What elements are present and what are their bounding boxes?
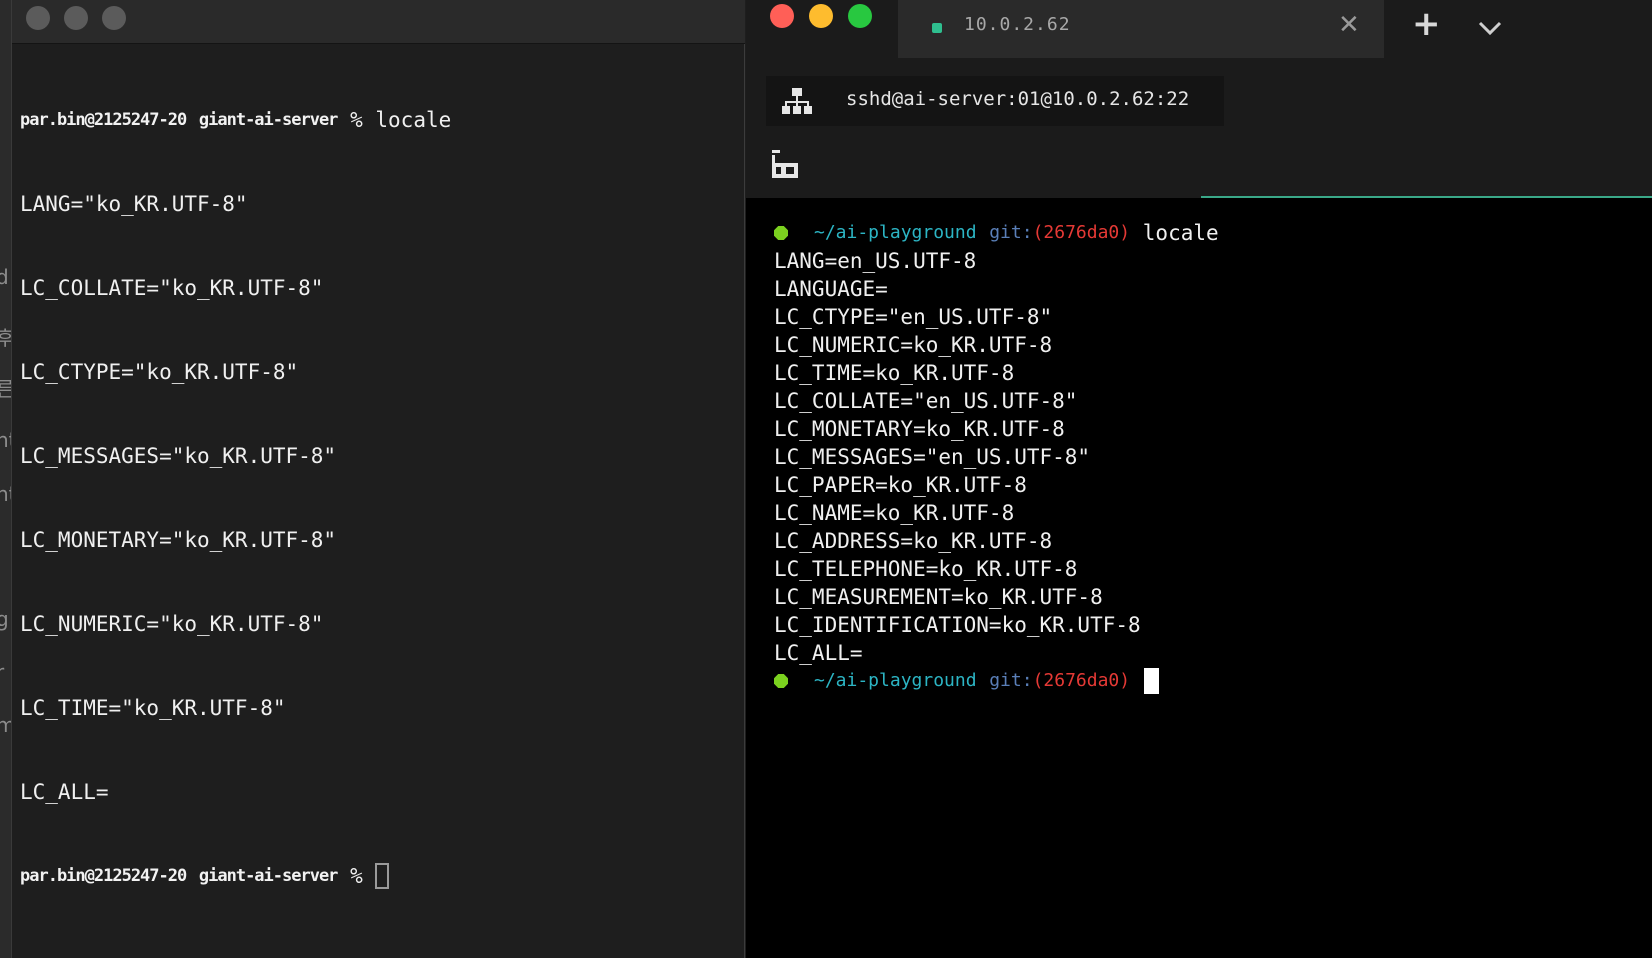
background-glyph: g: [0, 607, 9, 631]
output-line: LC_TIME=ko_KR.UTF-8: [774, 361, 1015, 385]
close-icon[interactable]: ✕: [1338, 10, 1360, 40]
output-line: LC_COLLATE="ko_KR.UTF-8": [20, 276, 324, 300]
output-line: LC_MONETARY="ko_KR.UTF-8": [20, 528, 337, 552]
active-prompt-line[interactable]: ~/ai-playground git: (2676da0): [774, 667, 1644, 695]
session-status-icon: [932, 23, 942, 33]
output-line: LC_ALL=: [774, 641, 863, 665]
active-prompt-line[interactable]: par.bin@2125247-20 giant-ai-server %: [20, 862, 745, 890]
output-line: LC_MEASUREMENT=ko_KR.UTF-8: [774, 585, 1103, 609]
output-line: LANG=en_US.UTF-8: [774, 249, 977, 273]
connection-address-bar[interactable]: sshd@ai-server:01@10.0.2.62:22: [766, 76, 1224, 126]
left-terminal-titlebar[interactable]: [12, 0, 745, 44]
output-line: LANGUAGE=: [774, 277, 888, 301]
prompt-path: ~/ai-playground: [814, 670, 977, 691]
close-window-button[interactable]: [770, 4, 794, 28]
command-line: par.bin@2125247-20 giant-ai-server % loc…: [20, 106, 745, 134]
command-text: locale: [375, 108, 452, 132]
prompt-directory: giant-ai-server: [198, 866, 339, 886]
output-line: LC_CTYPE="en_US.UTF-8": [774, 305, 1053, 329]
connection-address: sshd@ai-server:01@10.0.2.62:22: [846, 88, 1190, 110]
background-window-edge: d 후 른 nt nt g r m l: [0, 0, 12, 958]
split-pane-icon[interactable]: [772, 150, 798, 178]
background-glyph: nt: [0, 482, 11, 506]
active-pane-indicator: [1201, 196, 1652, 198]
output-line: LC_NAME=ko_KR.UTF-8: [774, 501, 1015, 525]
background-glyph: m: [0, 713, 11, 737]
output-line: LC_PAPER=ko_KR.UTF-8: [774, 473, 1027, 497]
right-terminal-output[interactable]: ~/ai-playground git: (2676da0) locale LAN…: [774, 219, 1644, 695]
prompt-branch: (2676da0): [1032, 670, 1131, 691]
tab-title: 10.0.2.62: [964, 14, 1071, 35]
tab-session[interactable]: 10.0.2.62 ✕: [898, 0, 1384, 58]
output-line: LC_MESSAGES="en_US.UTF-8": [774, 445, 1091, 469]
background-glyph: r: [0, 660, 4, 684]
output-line: LANG="ko_KR.UTF-8": [20, 192, 248, 216]
prompt-directory: giant-ai-server: [198, 110, 339, 130]
output-line: LC_IDENTIFICATION=ko_KR.UTF-8: [774, 613, 1141, 637]
prompt-symbol: %: [350, 864, 363, 888]
background-glyph: l: [0, 830, 2, 854]
text-cursor: [1144, 668, 1160, 694]
left-terminal-output[interactable]: par.bin@2125247-20 giant-ai-server % loc…: [12, 50, 745, 946]
output-line: LC_NUMERIC=ko_KR.UTF-8: [774, 333, 1053, 357]
background-glyph: nt: [0, 428, 11, 452]
output-line: LC_CTYPE="ko_KR.UTF-8": [20, 360, 299, 384]
command-text: locale: [1142, 221, 1219, 245]
minimize-window-button[interactable]: [809, 4, 833, 28]
prompt-branch: (2676da0): [1032, 222, 1131, 243]
chevron-down-icon[interactable]: [1476, 14, 1504, 42]
output-line: LC_MESSAGES="ko_KR.UTF-8": [20, 444, 337, 468]
background-glyph: d: [0, 265, 9, 289]
right-terminal-window[interactable]: 10.0.2.62 ✕ + sshd@ai-server:01@10.0.2.6…: [746, 0, 1652, 958]
plus-icon[interactable]: +: [1412, 4, 1441, 44]
close-window-button[interactable]: [26, 6, 50, 30]
prompt-user-host: par.bin@2125247-20: [20, 866, 187, 886]
background-glyph: 른: [0, 373, 11, 402]
output-line: LC_TELEPHONE=ko_KR.UTF-8: [774, 557, 1078, 581]
prompt-user-host: par.bin@2125247-20: [20, 110, 187, 130]
network-icon: [782, 87, 812, 120]
prompt-symbol: %: [350, 108, 363, 132]
zoom-window-button[interactable]: [848, 4, 872, 28]
output-line: LC_TIME="ko_KR.UTF-8": [20, 696, 286, 720]
minimize-window-button[interactable]: [64, 6, 88, 30]
left-terminal-window[interactable]: par.bin@2125247-20 giant-ai-server % loc…: [12, 0, 745, 958]
right-terminal-titlebar[interactable]: 10.0.2.62 ✕ +: [746, 0, 1652, 60]
prompt-git-label: git:: [989, 670, 1033, 691]
output-line: LC_ALL=: [20, 780, 109, 804]
prompt-path: ~/ai-playground: [814, 222, 977, 243]
prompt-status-icon: [774, 674, 788, 688]
output-line: LC_ADDRESS=ko_KR.UTF-8: [774, 529, 1053, 553]
prompt-status-icon: [774, 226, 788, 240]
zoom-window-button[interactable]: [102, 6, 126, 30]
prompt-git-label: git:: [989, 222, 1033, 243]
output-line: LC_NUMERIC="ko_KR.UTF-8": [20, 612, 324, 636]
output-line: LC_COLLATE="en_US.UTF-8": [774, 389, 1078, 413]
background-glyph: 후: [0, 322, 11, 351]
text-cursor: [374, 863, 389, 889]
output-line: LC_MONETARY=ko_KR.UTF-8: [774, 417, 1065, 441]
command-line: ~/ai-playground git: (2676da0) locale: [774, 219, 1644, 247]
